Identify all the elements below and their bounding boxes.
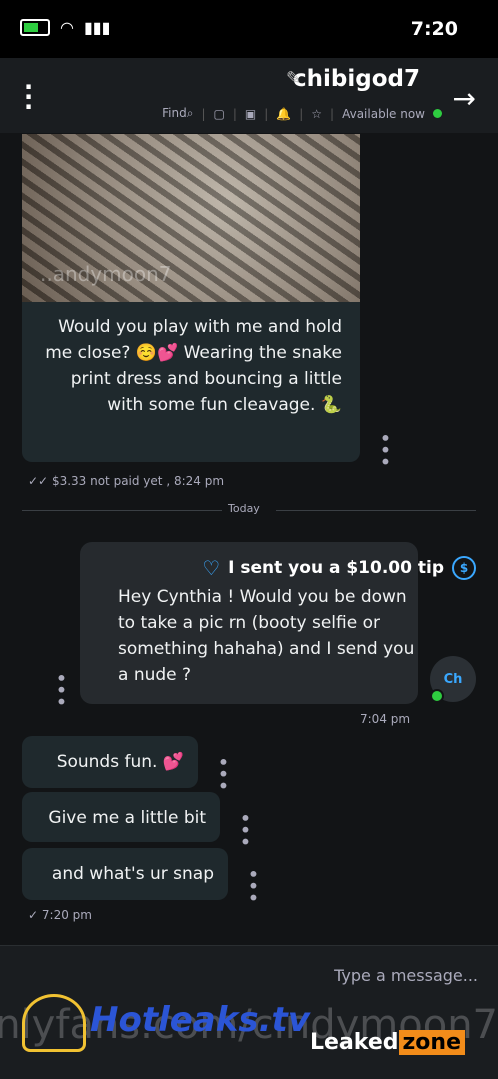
bell-icon[interactable]: 🔔 [276,107,291,121]
wifi-icon: ◠ [60,18,74,37]
star-icon[interactable]: ☆ [311,107,322,121]
watermark-logo [22,994,86,1052]
message-meta: ✓✓ $3.33 not paid yet , 8:24 pm [28,474,225,488]
message-input[interactable]: Type a message... [334,966,478,985]
more-menu-icon[interactable]: · · · [24,75,33,119]
read-check-icon: ✓✓ [28,474,49,488]
message-options-icon[interactable]: ••• [211,756,235,791]
watermark-hotleaks: Hotleaks.tv [90,1000,310,1040]
status-icons: ◠ ▮▮▮ [20,18,110,37]
online-dot [430,689,444,703]
chat-header [0,58,498,134]
read-check-icon: ✓ [28,908,39,922]
divider: | [330,106,335,121]
back-arrow-icon[interactable]: → [453,82,476,115]
divider: | [299,106,304,121]
chat-title[interactable]: chibigod7 [293,66,420,92]
message-meta: ✓ 7:20 pm [28,908,92,922]
date-divider: Today [22,502,476,515]
message-options-icon[interactable]: ••• [373,432,397,467]
media-icon[interactable]: ▣ [245,107,256,121]
availability-status: Available now [342,106,425,121]
divider: | [232,106,237,121]
message-text: Would you play with me and hold me close… [45,317,342,415]
message-time: 7:04 pm [360,712,411,726]
message-options-icon[interactable]: ••• [241,868,265,903]
gallery-icon[interactable]: ▢ [214,107,225,121]
message-bubble[interactable]: and what's ur snap [22,848,228,900]
online-dot [433,109,442,118]
header-subbar: Available now | ☆ | 🔔 | ▣ | ▢ | ⌕Find [162,106,442,121]
search-icon: ⌕ [186,106,194,120]
image-watermark: ..andymoon7 [40,262,172,286]
battery-icon [20,19,50,36]
heart-icon: ♡ [202,556,221,580]
edit-icon[interactable]: ✎ [286,68,301,89]
tip-message-text: Hey Cynthia ! Would you be down to take … [118,587,415,685]
message-bubble[interactable]: Would you play with me and hold me close… [22,302,360,462]
message-options-icon[interactable]: ••• [49,672,73,707]
signal-icon: ▮▮▮ [83,18,111,37]
status-time: 7:20 [410,18,458,40]
find-button[interactable]: ⌕Find [162,106,193,121]
dollar-icon: $ [452,556,476,580]
watermark-leakedzone: Leaked zone [310,1030,466,1055]
divider: | [264,106,269,121]
message-bubble[interactable]: Give me a little bit [22,792,220,842]
message-options-icon[interactable]: ••• [233,812,257,847]
tip-header: ♡ I sent you a $10.00 tip $ [202,556,476,580]
divider: | [201,106,206,121]
message-bubble[interactable]: Sounds fun. 💕 [22,736,198,788]
